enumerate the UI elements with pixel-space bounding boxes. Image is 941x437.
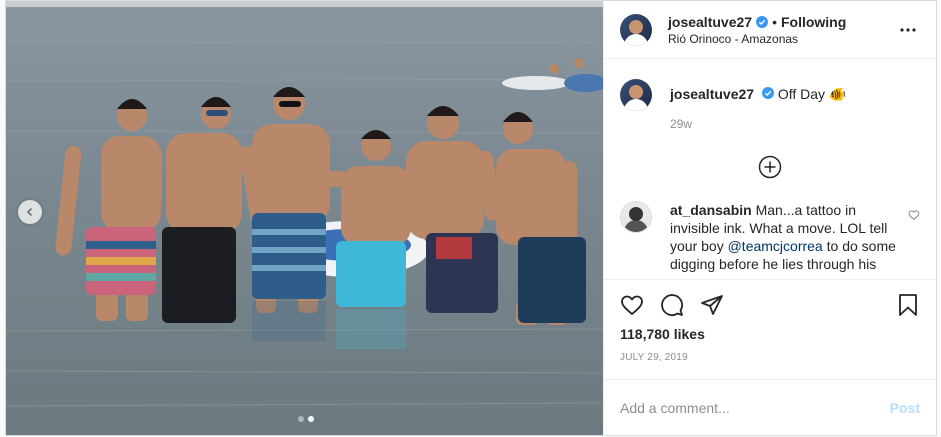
post-side-panel: josealtuve27 • Following Rió Orinoco - A… bbox=[603, 1, 936, 435]
comment-bubble-icon[interactable] bbox=[660, 293, 684, 317]
chevron-left-icon bbox=[26, 207, 33, 217]
carousel-indicator bbox=[298, 416, 314, 422]
author-avatar[interactable] bbox=[620, 13, 652, 46]
add-comment-bar: Post bbox=[604, 379, 936, 435]
like-heart-icon[interactable] bbox=[620, 293, 644, 317]
beach-photo bbox=[6, 1, 603, 435]
comment-item: at_dansabin Man...a tattoo in invisible … bbox=[620, 201, 920, 273]
verified-badge-icon bbox=[756, 15, 769, 28]
comments-section: josealtuve27 Off Day 🐠 29w at_dansabin M… bbox=[604, 59, 936, 279]
post-comment-button[interactable]: Post bbox=[890, 400, 920, 416]
plus-circle-icon[interactable] bbox=[758, 155, 782, 179]
post-photo[interactable] bbox=[6, 1, 603, 435]
instagram-post: josealtuve27 • Following Rió Orinoco - A… bbox=[5, 0, 937, 436]
load-more-comments bbox=[620, 155, 920, 181]
commenter-username[interactable]: at_dansabin bbox=[670, 202, 752, 218]
share-send-icon[interactable] bbox=[700, 293, 724, 317]
comment-mention-link[interactable]: @teamcjcorrea bbox=[728, 238, 823, 254]
commenter-avatar[interactable] bbox=[620, 201, 652, 233]
caption-username[interactable]: josealtuve27 bbox=[670, 86, 754, 102]
add-comment-input[interactable] bbox=[620, 399, 890, 416]
verified-badge-icon bbox=[761, 87, 774, 99]
carousel-prev-button[interactable] bbox=[18, 200, 42, 224]
likes-count[interactable]: 118,780 likes bbox=[620, 326, 920, 342]
post-header: josealtuve27 • Following Rió Orinoco - A… bbox=[604, 1, 936, 59]
more-options-icon[interactable] bbox=[896, 18, 920, 42]
post-actions: 118,780 likes JULY 29, 2019 bbox=[604, 279, 936, 379]
post-location[interactable]: Rió Orinoco - Amazonas bbox=[668, 32, 896, 46]
carousel-dot bbox=[298, 416, 304, 422]
save-bookmark-icon[interactable] bbox=[896, 293, 920, 317]
post-caption: josealtuve27 Off Day 🐠 29w bbox=[620, 75, 920, 133]
caption-text: Off Day 🐠 bbox=[777, 86, 847, 102]
header-separator: • bbox=[772, 13, 777, 30]
like-comment-heart-icon[interactable] bbox=[908, 209, 920, 221]
following-button[interactable]: Following bbox=[781, 14, 846, 30]
caption-time[interactable]: 29w bbox=[670, 115, 846, 133]
author-username[interactable]: josealtuve27 bbox=[668, 14, 752, 30]
carousel-dot-active bbox=[308, 416, 314, 422]
caption-avatar[interactable] bbox=[620, 79, 652, 111]
post-date[interactable]: JULY 29, 2019 bbox=[620, 352, 920, 379]
